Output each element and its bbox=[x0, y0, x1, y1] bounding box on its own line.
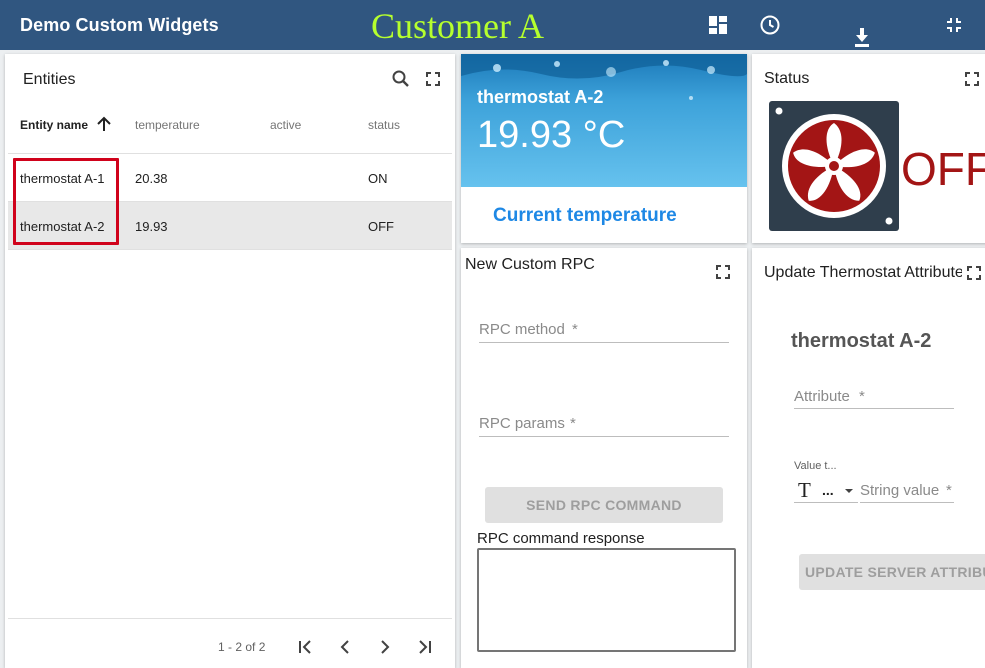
value-type-select[interactable]: T ... bbox=[794, 476, 858, 504]
rpc-response-label: RPC command response bbox=[477, 530, 645, 547]
customer-title: Customer A bbox=[371, 6, 545, 46]
rpc-response-textarea[interactable] bbox=[477, 548, 736, 652]
update-server-attribute-button[interactable]: UPDATE SERVER ATTRIBUTE bbox=[799, 554, 985, 590]
previous-page-icon[interactable] bbox=[333, 635, 357, 659]
attribute-input[interactable]: Attribute * bbox=[794, 378, 954, 410]
sort-ascending-icon[interactable] bbox=[94, 114, 114, 134]
cell-status: ON bbox=[368, 171, 388, 186]
string-value-input[interactable]: String value * bbox=[860, 476, 954, 504]
cell-status: OFF bbox=[368, 219, 394, 234]
timewindow-clock-icon[interactable] bbox=[758, 13, 782, 37]
temperature-entity-name: thermostat A-2 bbox=[477, 87, 604, 107]
fullscreen-icon[interactable] bbox=[711, 260, 735, 284]
dropdown-arrow-icon bbox=[844, 483, 854, 493]
next-page-icon[interactable] bbox=[373, 635, 397, 659]
rpc-title: New Custom RPC bbox=[465, 256, 595, 273]
input-underline bbox=[794, 502, 858, 503]
fullscreen-icon[interactable] bbox=[421, 67, 445, 91]
cell-temperature: 19.93 bbox=[135, 219, 168, 234]
required-mark: * bbox=[946, 482, 952, 499]
dashboard-layouts-icon[interactable] bbox=[706, 13, 730, 37]
attribute-label: Attribute bbox=[794, 388, 850, 405]
column-header-active[interactable]: active bbox=[270, 118, 301, 132]
temperature-card: thermostat A-2 19.93 °C Current temperat… bbox=[461, 54, 747, 243]
search-icon[interactable] bbox=[389, 67, 413, 91]
rpc-params-label: RPC params bbox=[479, 415, 565, 432]
rpc-params-input[interactable]: RPC params * bbox=[479, 402, 729, 438]
value-type-label: Value t... bbox=[794, 460, 837, 472]
footer-divider bbox=[8, 618, 452, 619]
temperature-caption: Current temperature bbox=[493, 205, 677, 226]
string-value-label: String value bbox=[860, 482, 940, 499]
dashboard-title: Demo Custom Widgets bbox=[20, 15, 219, 35]
update-attributes-card: Update Thermostat Attributes thermostat … bbox=[752, 248, 985, 668]
pagination-range: 1 - 2 of 2 bbox=[218, 640, 266, 654]
first-page-icon[interactable] bbox=[293, 635, 317, 659]
last-page-icon[interactable] bbox=[413, 635, 437, 659]
value-type-value: ... bbox=[822, 482, 834, 498]
send-rpc-command-button[interactable]: SEND RPC COMMAND bbox=[485, 487, 723, 523]
cell-temperature: 20.38 bbox=[135, 171, 168, 186]
highlight-box bbox=[13, 158, 119, 245]
status-title: Status bbox=[764, 70, 810, 87]
column-header-temperature[interactable]: temperature bbox=[135, 118, 200, 132]
update-attributes-title: Update Thermostat Attributes bbox=[764, 264, 972, 281]
input-underline bbox=[794, 408, 954, 409]
required-mark: * bbox=[572, 321, 578, 338]
rpc-method-input[interactable]: RPC method * bbox=[479, 308, 729, 344]
rpc-card: New Custom RPC RPC method * RPC params *… bbox=[461, 248, 747, 668]
fan-icon bbox=[769, 101, 899, 231]
temperature-value: 19.93 °C bbox=[477, 114, 626, 156]
download-icon[interactable] bbox=[850, 26, 874, 50]
attributes-entity-name: thermostat A-2 bbox=[791, 330, 932, 352]
fullscreen-icon[interactable] bbox=[960, 67, 984, 91]
input-underline bbox=[860, 502, 954, 503]
input-underline bbox=[479, 342, 729, 343]
entities-title: Entities bbox=[23, 71, 76, 88]
row-divider bbox=[8, 249, 452, 250]
rpc-method-label: RPC method bbox=[479, 321, 565, 338]
entities-card: Entities bbox=[5, 54, 455, 668]
top-toolbar: Demo Custom Widgets Customer A bbox=[0, 0, 985, 50]
column-header-status[interactable]: status bbox=[368, 118, 400, 132]
status-state: OFF bbox=[901, 143, 985, 195]
required-mark: * bbox=[570, 415, 576, 432]
input-underline bbox=[479, 436, 729, 437]
fullscreen-icon[interactable] bbox=[962, 261, 985, 285]
required-mark: * bbox=[859, 388, 865, 405]
text-type-icon: T bbox=[798, 478, 811, 502]
exit-fullscreen-icon[interactable] bbox=[942, 13, 966, 37]
status-card: Status OFF bbox=[752, 54, 985, 243]
column-header-entity-name[interactable]: Entity name bbox=[20, 118, 88, 132]
